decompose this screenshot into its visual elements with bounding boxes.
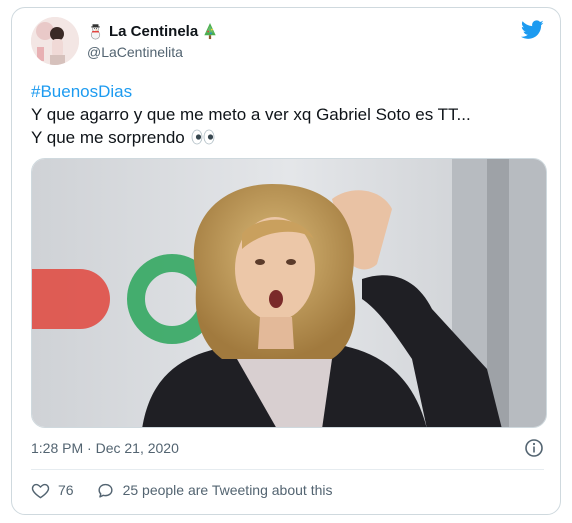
tweet-text-line-2: Y que me sorprendo [31,128,185,147]
author-handle[interactable]: @LaCentinelita [87,44,183,60]
info-icon[interactable] [524,438,544,458]
author-name[interactable]: La Centinela [109,23,198,40]
tweet-meta-row: 1:28 PM · Dec 21, 2020 [31,438,544,458]
christmas-tree-icon [204,23,216,40]
reply-bubble-icon [98,483,113,498]
eyes-emoji-icon [191,129,215,145]
conversation-link[interactable]: 25 people are Tweeting about this [96,481,333,500]
avatar[interactable] [31,17,79,65]
tweet-photo[interactable] [31,158,547,428]
tweet-text-line-2-wrap: Y que me sorprendo [31,126,541,149]
tweet-actions: 76 25 people are Tweeting about this [31,478,544,502]
like-count: 76 [58,482,74,498]
timestamp-link[interactable]: 1:28 PM · Dec 21, 2020 [31,440,179,456]
like-button[interactable]: 76 [31,481,74,500]
tweet-card: La Centinela @LaCentinelita #BuenosDias … [11,7,561,515]
hashtag-link[interactable]: #BuenosDias [31,80,541,103]
divider [31,469,544,470]
surprised-woman-photo [32,159,546,427]
snowman-icon [90,24,101,40]
heart-icon [31,483,50,498]
conversation-text: 25 people are Tweeting about this [122,482,333,498]
author-name-row[interactable]: La Centinela [87,23,217,40]
tweet-text: #BuenosDias Y que agarro y que me meto a… [31,80,541,149]
twitter-bird-icon[interactable] [521,20,544,40]
tweet-text-line-1: Y que agarro y que me meto a ver xq Gabr… [31,105,471,124]
